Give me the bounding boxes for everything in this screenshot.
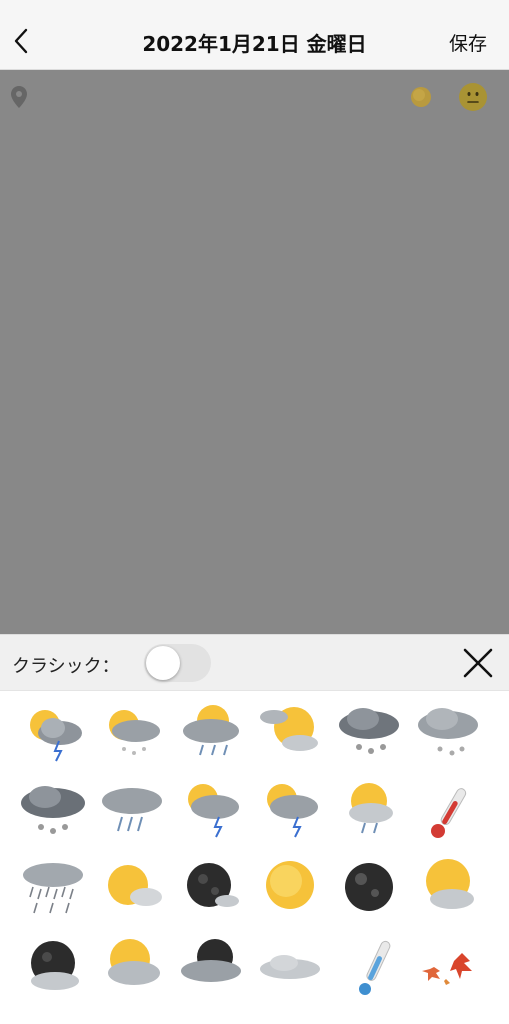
weather-option[interactable] xyxy=(252,853,330,931)
sun-cloud-thunder-icon xyxy=(30,710,82,762)
sun-cloud-icon xyxy=(108,939,160,985)
weather-option[interactable] xyxy=(331,775,409,853)
sun-cloud-rain-icon xyxy=(349,783,393,834)
cloud-snow-heavy-icon xyxy=(21,786,85,834)
sun-cloud-icon xyxy=(426,859,474,909)
save-button[interactable]: 保存 xyxy=(449,29,487,56)
location-pin-icon[interactable] xyxy=(9,85,29,109)
sun-cloud-thunder-icon xyxy=(188,784,239,838)
toggle-knob xyxy=(146,646,180,680)
weather-option[interactable] xyxy=(410,931,488,1009)
weather-option[interactable] xyxy=(252,697,330,775)
page-title: 2022年1月21日 金曜日 xyxy=(142,32,367,56)
diary-editor[interactable] xyxy=(0,70,509,634)
weather-option[interactable] xyxy=(94,775,172,853)
sun-cloud-icon xyxy=(108,865,162,906)
weather-option[interactable] xyxy=(410,853,488,931)
sun-cloud-snow-icon xyxy=(109,710,160,755)
classic-toggle[interactable] xyxy=(144,644,211,682)
weather-option[interactable] xyxy=(252,931,330,1009)
close-icon[interactable] xyxy=(461,646,495,680)
weather-option[interactable] xyxy=(94,697,172,775)
moon-cloud-icon xyxy=(31,941,79,990)
cloud-icon xyxy=(260,955,320,979)
cloud-snow-light-icon xyxy=(418,708,478,756)
weather-option[interactable] xyxy=(15,697,93,775)
sun-weather-icon[interactable] xyxy=(408,84,434,110)
cloud-snow-icon xyxy=(339,708,399,754)
weather-option[interactable] xyxy=(173,697,251,775)
sun-cloud-rain-icon xyxy=(183,705,239,756)
weather-picker-header: クラシック： xyxy=(0,634,509,691)
weather-option[interactable] xyxy=(173,931,251,1009)
moon-cloud-icon xyxy=(181,939,241,982)
sun-partly-cloudy-icon xyxy=(260,707,318,751)
weather-option[interactable] xyxy=(410,697,488,775)
weather-option[interactable] xyxy=(15,853,93,931)
sun-icon xyxy=(266,861,314,909)
weather-option[interactable] xyxy=(331,853,409,931)
neutral-face-icon[interactable] xyxy=(458,82,488,112)
weather-option[interactable] xyxy=(173,775,251,853)
weather-option[interactable] xyxy=(331,697,409,775)
weather-icon-grid xyxy=(0,691,509,1024)
moon-icon xyxy=(345,863,393,911)
thermometer-hot-icon xyxy=(431,788,467,838)
weather-option[interactable] xyxy=(94,931,172,1009)
classic-label: クラシック： xyxy=(12,656,120,677)
weather-option[interactable] xyxy=(252,775,330,853)
weather-option[interactable] xyxy=(331,931,409,1009)
weather-option[interactable] xyxy=(173,853,251,931)
navigation-bar: 2022年1月21日 金曜日 保存 xyxy=(0,0,509,70)
sun-cloud-thunder-icon xyxy=(267,784,318,838)
cloud-rain-icon xyxy=(102,788,162,832)
weather-option[interactable] xyxy=(410,775,488,853)
cloud-rain-heavy-icon xyxy=(23,863,83,914)
moon-cloud-icon xyxy=(187,863,239,907)
thermometer-cold-icon xyxy=(359,940,391,995)
weather-option[interactable] xyxy=(15,931,93,1009)
weather-option[interactable] xyxy=(15,775,93,853)
weather-option[interactable] xyxy=(94,853,172,931)
autumn-leaves-icon xyxy=(422,953,472,985)
